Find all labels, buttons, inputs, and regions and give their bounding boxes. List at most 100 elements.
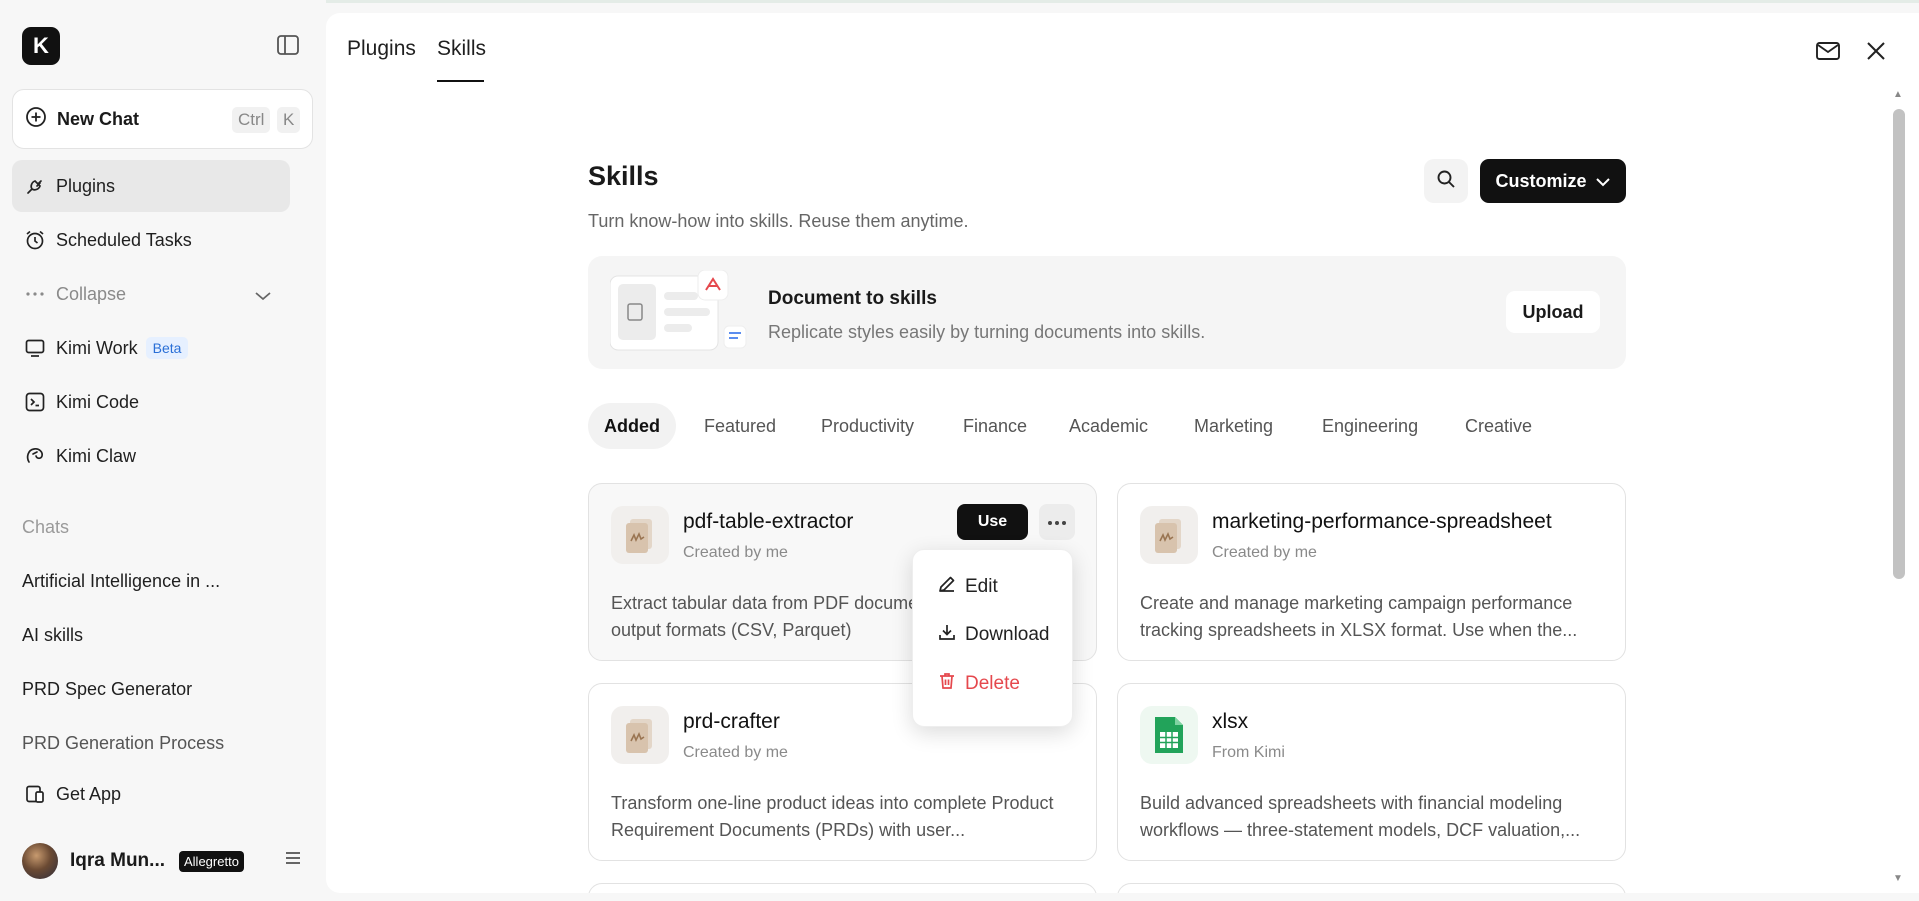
chat-item[interactable]: PRD Generation Process: [22, 733, 224, 754]
scroll-document-icon: [611, 506, 669, 564]
devices-icon: [24, 783, 46, 805]
card-options-dropdown: Edit Download Delete: [912, 549, 1073, 727]
category-tab-featured[interactable]: Featured: [704, 403, 776, 449]
edit-menu-item[interactable]: Edit: [937, 574, 998, 600]
tab-plugins[interactable]: Plugins: [347, 37, 416, 61]
kimi-logo[interactable]: K: [22, 27, 60, 65]
delete-label: Delete: [965, 673, 1020, 694]
sidebar: K New Chat Ctrl K Plugins Scheduled Task…: [0, 0, 326, 901]
scrollbar-thumb[interactable]: [1893, 109, 1905, 579]
close-icon[interactable]: [1862, 37, 1890, 65]
skill-card-marketing-performance-spreadsheet[interactable]: marketing-performance-spreadsheet Create…: [1117, 483, 1626, 661]
sidebar-item-label: Plugins: [56, 175, 116, 196]
skill-card[interactable]: [1117, 883, 1626, 893]
skill-card[interactable]: [588, 883, 1097, 893]
more-horizontal-icon: [1047, 513, 1067, 531]
upload-button[interactable]: Upload: [1506, 291, 1600, 333]
sidebar-item-label: Kimi Claw: [56, 445, 137, 466]
sidebar-item-kimi-code[interactable]: Kimi Code: [12, 376, 290, 428]
sidebar-toggle-icon[interactable]: [276, 34, 300, 56]
chevron-down-icon: [254, 286, 272, 307]
skill-description: Build advanced spreadsheets with financi…: [1140, 793, 1581, 840]
sidebar-item-plugins[interactable]: Plugins: [12, 160, 290, 212]
chat-item[interactable]: AI skills: [22, 625, 83, 646]
alarm-clock-icon: [24, 229, 46, 251]
scroll-document-icon: [611, 706, 669, 764]
claw-icon: [24, 445, 46, 467]
category-tab-creative[interactable]: Creative: [1465, 403, 1532, 449]
document-to-skills-banner: Document to skills Replicate styles easi…: [588, 256, 1626, 369]
download-menu-item[interactable]: Download: [937, 622, 1050, 648]
chats-section-label: Chats: [22, 517, 70, 537]
skill-name: prd-crafter: [683, 710, 780, 733]
category-tab-marketing[interactable]: Marketing: [1194, 403, 1273, 449]
use-button[interactable]: Use: [957, 504, 1028, 540]
scroll-up-arrow-icon[interactable]: ▲: [1893, 89, 1903, 100]
get-app-label: Get App: [56, 783, 122, 804]
skill-card-xlsx[interactable]: xlsx From Kimi Build advanced spreadshee…: [1117, 683, 1626, 861]
category-tab-academic[interactable]: Academic: [1069, 403, 1148, 449]
search-button[interactable]: [1424, 159, 1468, 203]
monitor-icon: [24, 337, 46, 359]
tab-skills[interactable]: Skills: [437, 37, 486, 61]
page-subtitle: Turn know-how into skills. Reuse them an…: [588, 211, 969, 231]
customize-button[interactable]: Customize: [1480, 159, 1626, 203]
scroll-down-arrow-icon[interactable]: ▼: [1893, 873, 1903, 884]
more-options-button[interactable]: [1039, 504, 1075, 540]
edit-label: Edit: [965, 576, 998, 597]
skill-author: Created by me: [1212, 544, 1317, 561]
chevron-down-icon: [1595, 171, 1611, 192]
category-tab-productivity[interactable]: Productivity: [821, 403, 914, 449]
user-name: Iqra Mun...: [70, 850, 165, 871]
pencil-icon: [937, 574, 957, 600]
sidebar-item-label: Scheduled Tasks: [56, 229, 192, 250]
customize-label: Customize: [1495, 170, 1587, 191]
banner-subtitle: Replicate styles easily by turning docum…: [768, 322, 1206, 342]
skill-description: Create and manage marketing campaign per…: [1140, 593, 1578, 640]
sidebar-item-kimi-work[interactable]: Kimi Work Beta: [12, 322, 290, 374]
skill-author: Created by me: [683, 544, 788, 561]
category-tab-engineering[interactable]: Engineering: [1322, 403, 1418, 449]
page-title: Skills: [588, 161, 659, 191]
skill-name: xlsx: [1212, 710, 1249, 733]
shortcut-k: K: [277, 107, 301, 133]
chat-item[interactable]: Artificial Intelligence in ...: [22, 571, 220, 592]
avatar[interactable]: [22, 843, 58, 879]
skill-name: pdf-table-extractor: [683, 510, 854, 533]
user-profile[interactable]: Iqra Mun... Allegretto: [22, 842, 302, 880]
category-tab-added[interactable]: Added: [588, 403, 676, 449]
hamburger-menu-icon[interactable]: [284, 850, 302, 871]
beta-badge: Beta: [145, 337, 189, 359]
mail-icon[interactable]: [1814, 37, 1842, 65]
new-chat-label: New Chat: [57, 108, 140, 129]
plug-icon: [24, 175, 46, 197]
plan-badge: Allegretto: [179, 850, 244, 872]
sidebar-item-label: Kimi Code: [56, 391, 140, 412]
scroll-document-icon: [1140, 506, 1198, 564]
new-chat-button[interactable]: New Chat Ctrl K: [12, 89, 313, 149]
download-label: Download: [965, 624, 1050, 645]
category-tab-finance[interactable]: Finance: [963, 403, 1027, 449]
main-panel: Plugins Skills ▲ ▼ Skills Turn know-how …: [326, 13, 1919, 893]
plus-circle-icon: [25, 106, 47, 133]
sidebar-item-label: Kimi Work: [56, 337, 138, 358]
sidebar-collapse-toggle[interactable]: Collapse: [12, 268, 290, 320]
shortcut-ctrl: Ctrl: [232, 107, 271, 133]
delete-menu-item[interactable]: Delete: [937, 671, 1020, 697]
skill-description: Transform one-line product ideas into co…: [611, 793, 1054, 840]
search-icon: [1436, 169, 1456, 194]
trash-icon: [937, 671, 957, 697]
banner-title: Document to skills: [768, 288, 937, 309]
skill-author: Created by me: [683, 744, 788, 761]
sidebar-item-label: Collapse: [56, 283, 127, 304]
spreadsheet-icon: [1140, 706, 1198, 764]
document-illustration-icon: [609, 269, 750, 356]
get-app-button[interactable]: Get App: [12, 768, 290, 820]
skill-name: marketing-performance-spreadsheet: [1212, 510, 1552, 533]
skill-author: From Kimi: [1212, 744, 1285, 761]
sidebar-item-scheduled-tasks[interactable]: Scheduled Tasks: [12, 214, 290, 266]
sidebar-item-kimi-claw[interactable]: Kimi Claw: [12, 430, 290, 482]
terminal-icon: [24, 391, 46, 413]
chat-item[interactable]: PRD Spec Generator: [22, 679, 192, 700]
download-icon: [937, 622, 957, 648]
